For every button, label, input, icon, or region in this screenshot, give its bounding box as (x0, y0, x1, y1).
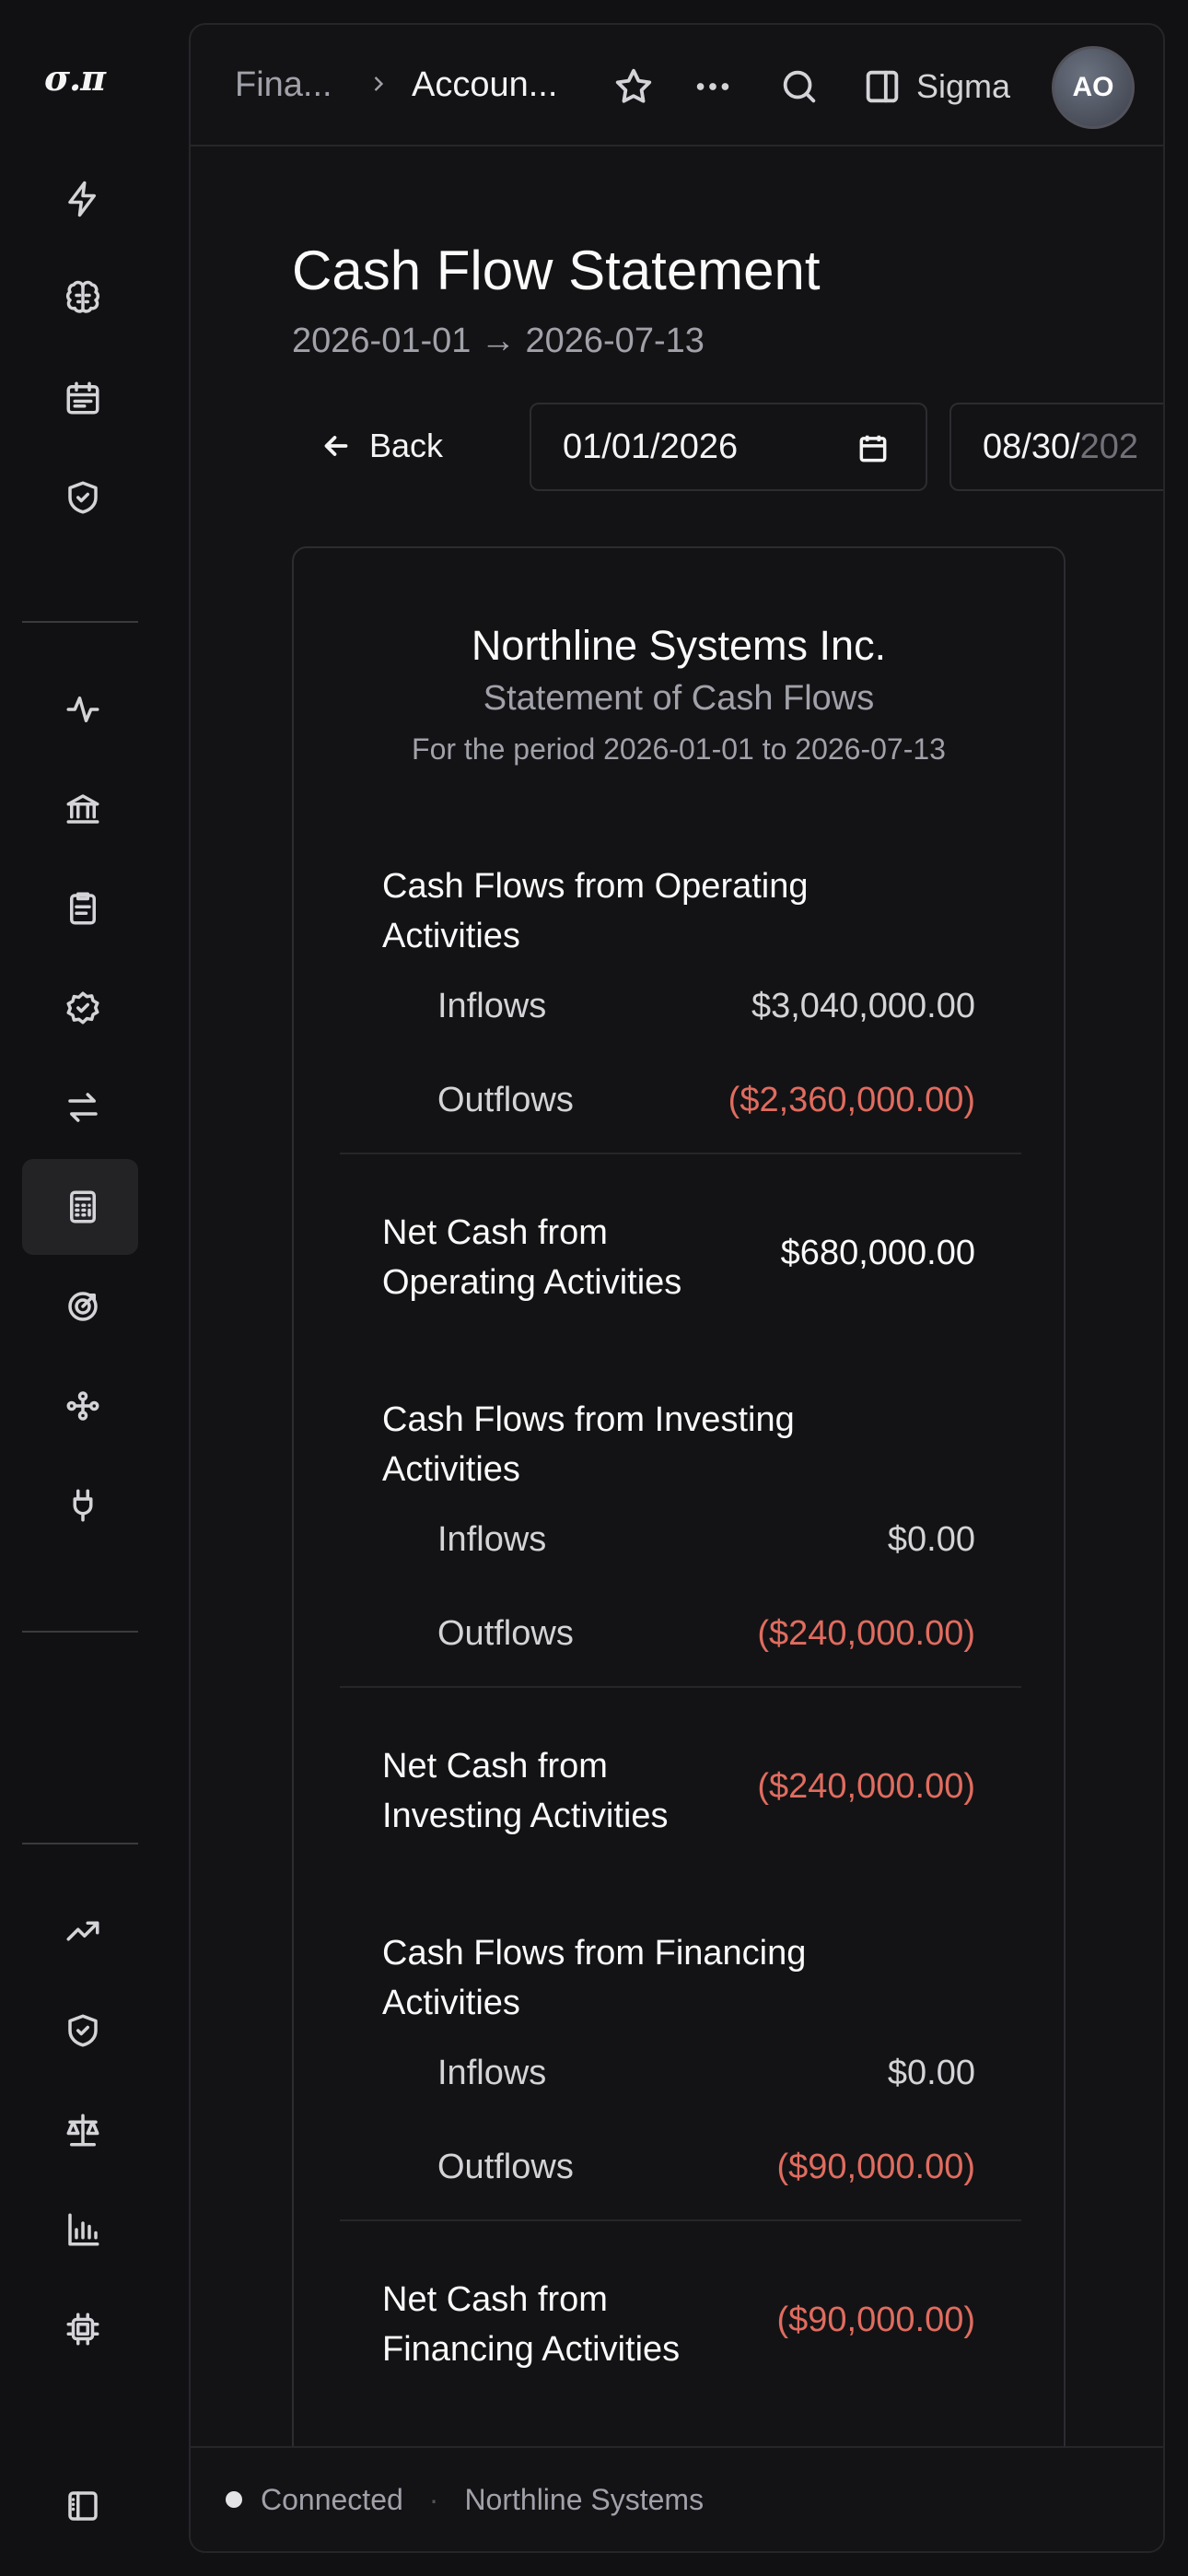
section-heading-financing: Cash Flows from Financing Activities (382, 1934, 807, 2022)
statement-period: For the period 2026-01-01 to 2026-07-13 (412, 732, 946, 766)
net-cash-label: Net Cash from Operating Activities (382, 1213, 682, 1302)
footer-separator: · (428, 2482, 439, 2516)
outflows-value: ($2,360,000.00) (728, 1081, 975, 1119)
user-avatar[interactable]: AO (1052, 46, 1135, 129)
net-cash-value: ($90,000.00) (776, 2301, 976, 2339)
page-subtitle: 2026-01-01 → 2026-07-13 (292, 322, 705, 360)
plug-icon[interactable] (22, 1458, 138, 1553)
badge-check-icon[interactable] (22, 960, 138, 1056)
workspace-label[interactable]: Sigma (916, 67, 1010, 106)
company-name: Northline Systems Inc. (471, 622, 887, 669)
star-icon[interactable] (612, 65, 655, 108)
panel-toggle-icon[interactable] (861, 65, 903, 108)
statement-title: Statement of Cash Flows (483, 679, 875, 718)
left-rail: σ.π (0, 0, 189, 2576)
scale-icon[interactable] (22, 2082, 138, 2178)
rail-divider (22, 621, 138, 623)
chip-icon[interactable] (22, 2281, 138, 2377)
sidebar-toggle-icon[interactable] (22, 2458, 138, 2554)
main-panel: Fina... Accoun... Sigma AO Cash Flow Sta… (189, 23, 1165, 2553)
app-logo[interactable]: σ.π (44, 57, 106, 99)
workflow-icon[interactable] (22, 1358, 138, 1454)
more-horizontal-icon[interactable] (692, 65, 734, 108)
net-cash-value: ($240,000.00) (757, 1767, 975, 1806)
section-heading-operating: Cash Flows from Operating Activities (382, 867, 809, 955)
bar-chart-icon[interactable] (22, 2182, 138, 2277)
inflows-label: Inflows (437, 987, 547, 1025)
activity-icon[interactable] (22, 662, 138, 757)
inflows-value: $0.00 (887, 2054, 975, 2092)
calendar-list-icon[interactable] (22, 350, 138, 446)
search-icon[interactable] (778, 65, 821, 108)
breadcrumb-finance[interactable]: Fina... (235, 65, 332, 105)
net-cash-value: $680,000.00 (780, 1234, 975, 1272)
outflows-label: Outflows (437, 1081, 574, 1119)
net-cash-label: Net Cash from Investing Activities (382, 1747, 669, 1835)
breadcrumb-accounting[interactable]: Accoun... (412, 65, 557, 105)
end-date-value: 08/30/ (983, 427, 1080, 466)
end-date-value-faded: 202 (1079, 427, 1139, 466)
connection-status-dot (226, 2491, 242, 2508)
bank-icon[interactable] (22, 761, 138, 857)
outflows-value: ($240,000.00) (757, 1614, 975, 1653)
calendar-icon[interactable] (856, 430, 891, 467)
shield-check-icon[interactable] (22, 450, 138, 545)
clipboard-icon[interactable] (22, 861, 138, 956)
arrow-left-icon (324, 436, 348, 456)
arrows-exchange-icon[interactable] (22, 1060, 138, 1155)
back-button-label: Back (369, 427, 444, 464)
connection-status: Connected (261, 2482, 403, 2516)
outflows-label: Outflows (437, 1614, 574, 1653)
rail-divider (22, 1843, 138, 1844)
page-title: Cash Flow Statement (292, 240, 821, 301)
section-divider (340, 2219, 1021, 2221)
inflows-label: Inflows (437, 1520, 547, 1559)
trending-up-icon[interactable] (22, 1883, 138, 1979)
section-divider (340, 1686, 1021, 1688)
outflows-label: Outflows (437, 2148, 574, 2186)
shield-check-icon[interactable] (22, 1983, 138, 2078)
status-bar: Connected · Northline Systems (191, 2446, 1163, 2551)
inflows-value: $3,040,000.00 (751, 987, 975, 1025)
brain-icon[interactable] (22, 251, 138, 346)
end-date-input[interactable]: 08/30/202 (949, 403, 1163, 491)
top-bar: Fina... Accoun... Sigma AO (191, 25, 1163, 146)
target-icon[interactable] (22, 1259, 138, 1354)
outflows-value: ($90,000.00) (776, 2148, 976, 2186)
net-cash-label: Net Cash from Financing Activities (382, 2280, 681, 2369)
back-button[interactable]: Back (320, 403, 443, 489)
section-heading-investing: Cash Flows from Investing Activities (382, 1400, 795, 1489)
chevron-right-icon (366, 65, 391, 111)
start-date-input[interactable]: 01/01/2026 (530, 403, 927, 491)
rail-divider (22, 1631, 138, 1633)
cash-flow-statement-card: Northline Systems Inc. Statement of Cash… (292, 546, 1066, 2551)
calculator-icon[interactable] (22, 1159, 138, 1255)
start-date-value: 01/01/2026 (563, 427, 739, 466)
inflows-label: Inflows (437, 2054, 547, 2092)
organization-name: Northline Systems (464, 2482, 705, 2516)
bolt-icon[interactable] (22, 151, 138, 247)
inflows-value: $0.00 (887, 1520, 975, 1559)
section-divider (340, 1153, 1021, 1154)
